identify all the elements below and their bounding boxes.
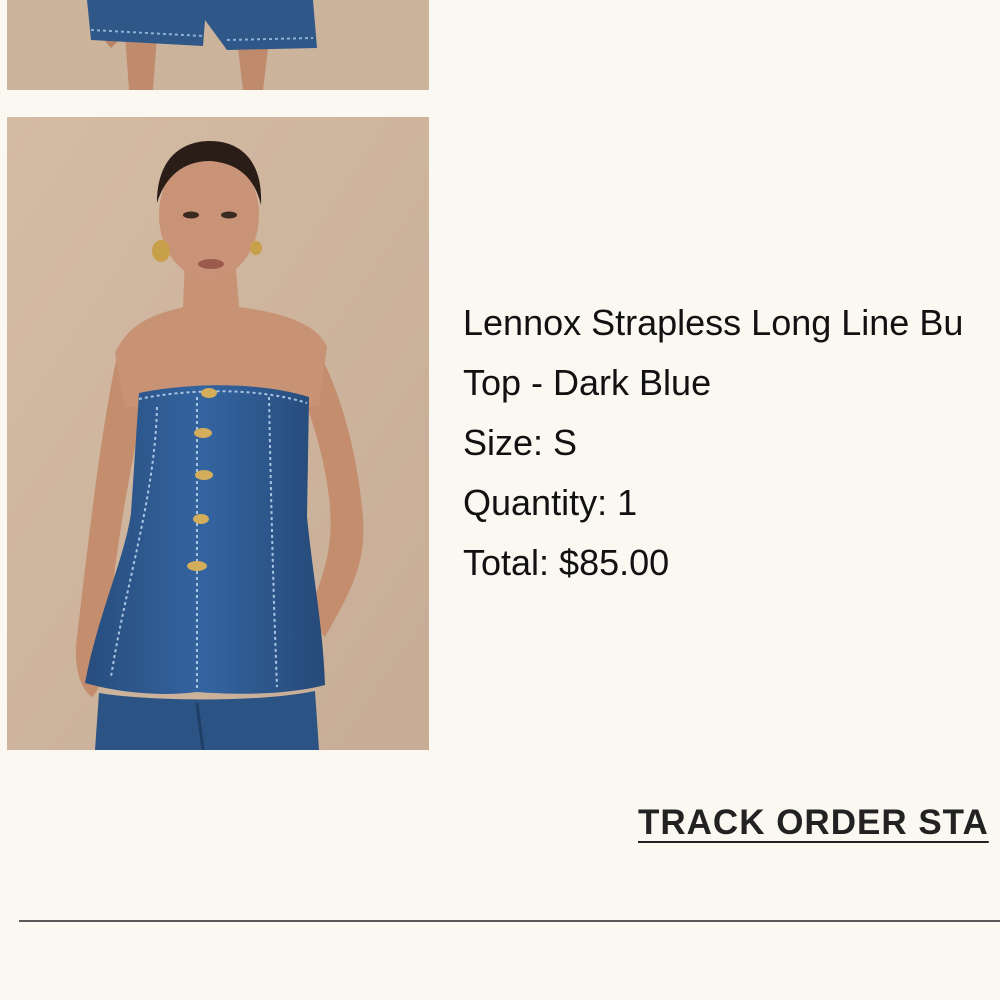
- product-name-line-2: Top - Dark Blue: [463, 362, 712, 403]
- product-name-line-1: Lennox Strapless Long Line Bu: [463, 302, 964, 343]
- product-photo-denim-top: [7, 117, 429, 750]
- product-photo-previous: [7, 0, 429, 90]
- order-item-details: Lennox Strapless Long Line Bu Top - Dark…: [463, 293, 1000, 593]
- item-total: Total: $85.00: [463, 542, 670, 583]
- product-image-previous: [7, 0, 429, 90]
- section-divider: [19, 920, 1000, 922]
- item-size: Size: S: [463, 422, 578, 463]
- product-image: [7, 117, 429, 750]
- item-quantity: Quantity: 1: [463, 482, 638, 523]
- track-order-status-link[interactable]: TRACK ORDER STA: [638, 803, 1000, 843]
